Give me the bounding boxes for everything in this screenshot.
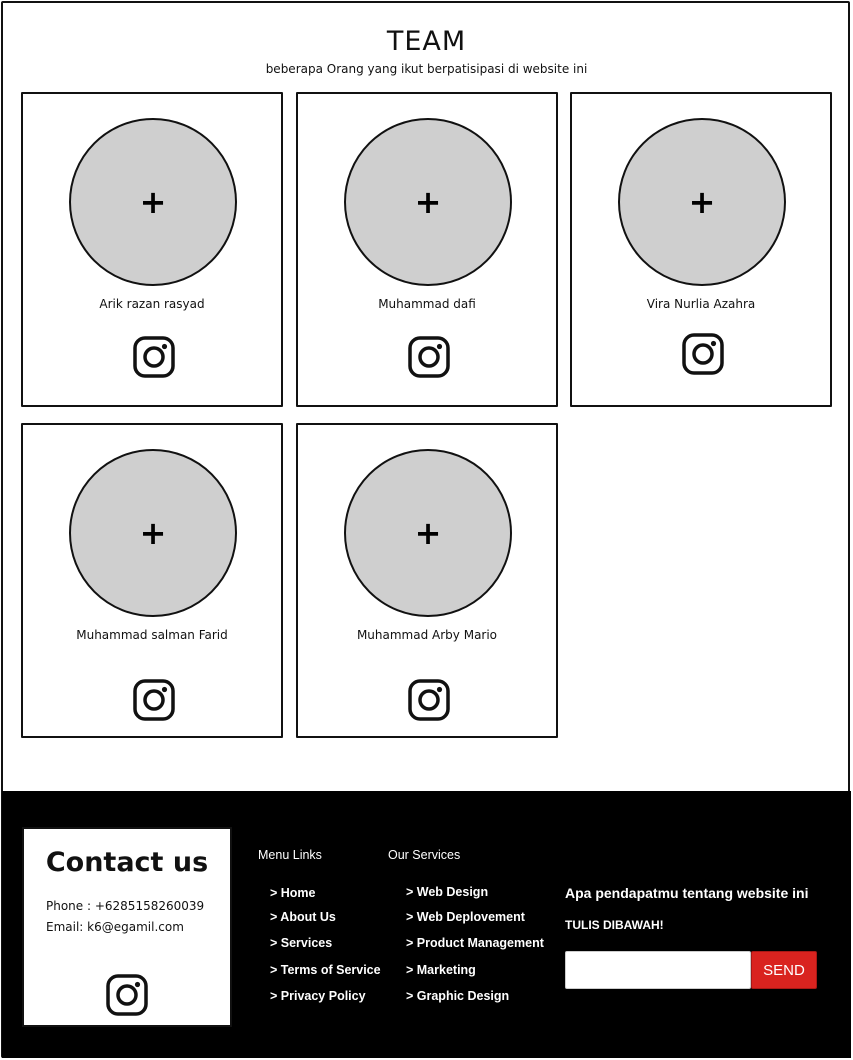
instagram-icon[interactable] xyxy=(132,678,176,722)
team-card: + Muhammad salman Farid xyxy=(21,423,283,738)
services-heading: Our Services xyxy=(388,848,461,862)
avatar-placeholder[interactable]: + xyxy=(618,118,786,286)
team-title: TEAM xyxy=(386,26,467,57)
avatar-placeholder[interactable]: + xyxy=(69,449,237,617)
feedback-question: Apa pendapatmu tentang website ini xyxy=(565,885,809,901)
service-link-marketing[interactable]: > Marketing xyxy=(406,963,476,977)
member-name: Muhammad dafi xyxy=(378,297,476,311)
feedback-instruction: TULIS DIBAWAH! xyxy=(565,918,664,932)
member-name: Arik razan rasyad xyxy=(99,297,205,311)
instagram-icon[interactable] xyxy=(132,335,176,379)
team-card: + Muhammad Arby Mario xyxy=(296,423,558,738)
member-name: Vira Nurlia Azahra xyxy=(646,297,756,311)
footer-link-privacy[interactable]: > Privacy Policy xyxy=(270,989,366,1003)
instagram-icon[interactable] xyxy=(407,335,451,379)
service-link-web-design[interactable]: > Web Design xyxy=(406,885,488,899)
member-name: Muhammad Arby Mario xyxy=(356,628,498,642)
avatar-placeholder[interactable]: + xyxy=(344,449,512,617)
team-card: + Arik razan rasyad xyxy=(21,92,283,407)
team-subtitle: beberapa Orang yang ikut berpatisipasi d… xyxy=(265,62,588,76)
footer-link-terms[interactable]: > Terms of Service xyxy=(270,963,381,977)
avatar-placeholder[interactable]: + xyxy=(344,118,512,286)
instagram-icon[interactable] xyxy=(105,973,149,1017)
contact-phone: Phone : +6285158260039 xyxy=(46,899,205,913)
contact-box: Contact us Phone : +6285158260039 Email:… xyxy=(22,827,232,1027)
plus-icon: + xyxy=(139,514,167,552)
instagram-icon[interactable] xyxy=(407,678,451,722)
contact-title: Contact us xyxy=(45,847,209,878)
avatar-placeholder[interactable]: + xyxy=(69,118,237,286)
plus-icon: + xyxy=(139,183,167,221)
team-card: + Vira Nurlia Azahra xyxy=(570,92,832,407)
footer-link-home[interactable]: > Home xyxy=(270,886,316,900)
send-button[interactable]: SEND xyxy=(751,951,817,989)
footer: Contact us Phone : +6285158260039 Email:… xyxy=(2,791,851,1058)
plus-icon: + xyxy=(688,183,716,221)
service-link-graphic-design[interactable]: > Graphic Design xyxy=(406,989,509,1003)
feedback-input[interactable] xyxy=(565,951,751,989)
contact-email: Email: k6@egamil.com xyxy=(46,920,184,934)
plus-icon: + xyxy=(414,514,442,552)
team-card: + Muhammad dafi xyxy=(296,92,558,407)
member-name: Muhammad salman Farid xyxy=(76,628,228,642)
footer-link-services[interactable]: > Services xyxy=(270,936,332,950)
instagram-icon[interactable] xyxy=(681,332,725,376)
service-link-product-management[interactable]: > Product Management xyxy=(406,936,544,950)
menu-links-heading: Menu Links xyxy=(258,848,322,862)
plus-icon: + xyxy=(414,183,442,221)
footer-link-about[interactable]: > About Us xyxy=(270,910,336,924)
service-link-web-development[interactable]: > Web Deplovement xyxy=(406,910,525,924)
